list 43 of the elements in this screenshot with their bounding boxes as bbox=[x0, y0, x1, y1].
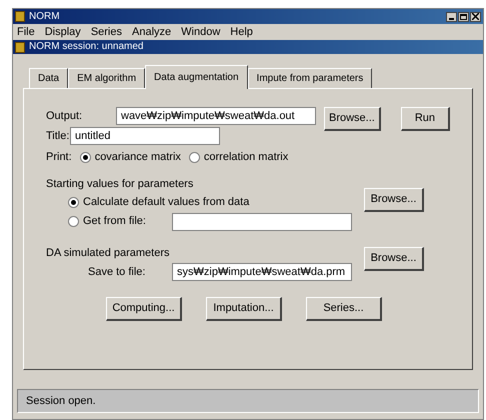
save-file-field[interactable]: sys₩zip₩impute₩sweat₩da.prm bbox=[172, 263, 352, 281]
file-field[interactable] bbox=[172, 212, 352, 230]
menu-item[interactable]: Display bbox=[44, 26, 81, 38]
maximize-icon[interactable] bbox=[458, 12, 469, 22]
action-button[interactable]: Imputation... bbox=[206, 297, 282, 321]
radio-label: Get from file: bbox=[83, 214, 146, 230]
session-title: NORM session: unnamed bbox=[29, 42, 144, 52]
output-field[interactable]: wave₩zip₩impute₩sweat₩da.out bbox=[116, 107, 316, 125]
action-button[interactable]: Computing... bbox=[106, 297, 182, 321]
radio-label: correlation matrix bbox=[204, 150, 288, 165]
window-title: NORM bbox=[29, 12, 60, 22]
browse-button[interactable]: Browse... bbox=[364, 188, 424, 212]
radio-button[interactable] bbox=[80, 152, 91, 163]
action-button[interactable]: Series... bbox=[306, 297, 382, 321]
title-field[interactable]: untitled bbox=[70, 127, 220, 145]
close-icon[interactable] bbox=[470, 12, 481, 22]
app-icon bbox=[15, 42, 25, 52]
menu-item[interactable]: File bbox=[17, 26, 35, 38]
app-icon bbox=[15, 11, 25, 22]
radio-button[interactable] bbox=[188, 152, 200, 163]
radio-button[interactable] bbox=[68, 216, 79, 227]
output-label: Output: bbox=[46, 108, 84, 124]
starting-values-heading: Starting values for parameters bbox=[46, 176, 194, 192]
tab[interactable]: Data augmentation bbox=[145, 65, 248, 89]
browse-button[interactable]: Browse... bbox=[324, 107, 381, 131]
save-to-file-label: Save to file: bbox=[87, 264, 146, 280]
radio-label: Calculate default values from data bbox=[83, 195, 250, 210]
tab[interactable]: EM algorithm bbox=[68, 68, 146, 88]
radio-button[interactable] bbox=[68, 196, 79, 208]
tab[interactable]: Data bbox=[29, 68, 68, 88]
tab[interactable]: Impute from parameters bbox=[248, 68, 372, 88]
menu-item[interactable]: Analyze bbox=[132, 26, 172, 38]
menu-item[interactable]: Help bbox=[230, 26, 253, 38]
print-label: Print: bbox=[46, 150, 72, 165]
menu-item[interactable]: Series bbox=[90, 26, 122, 38]
menu-item[interactable]: Window bbox=[181, 26, 220, 38]
title-label: Title: bbox=[46, 128, 70, 144]
browse-button[interactable]: Browse... bbox=[364, 246, 424, 270]
simulated-parameters-heading: DA simulated parameters bbox=[46, 246, 170, 260]
status-text: Session open. bbox=[26, 394, 96, 409]
radio-label: covariance matrix bbox=[94, 150, 181, 165]
run-button[interactable]: Run bbox=[400, 107, 450, 131]
minimize-icon[interactable] bbox=[446, 12, 457, 22]
